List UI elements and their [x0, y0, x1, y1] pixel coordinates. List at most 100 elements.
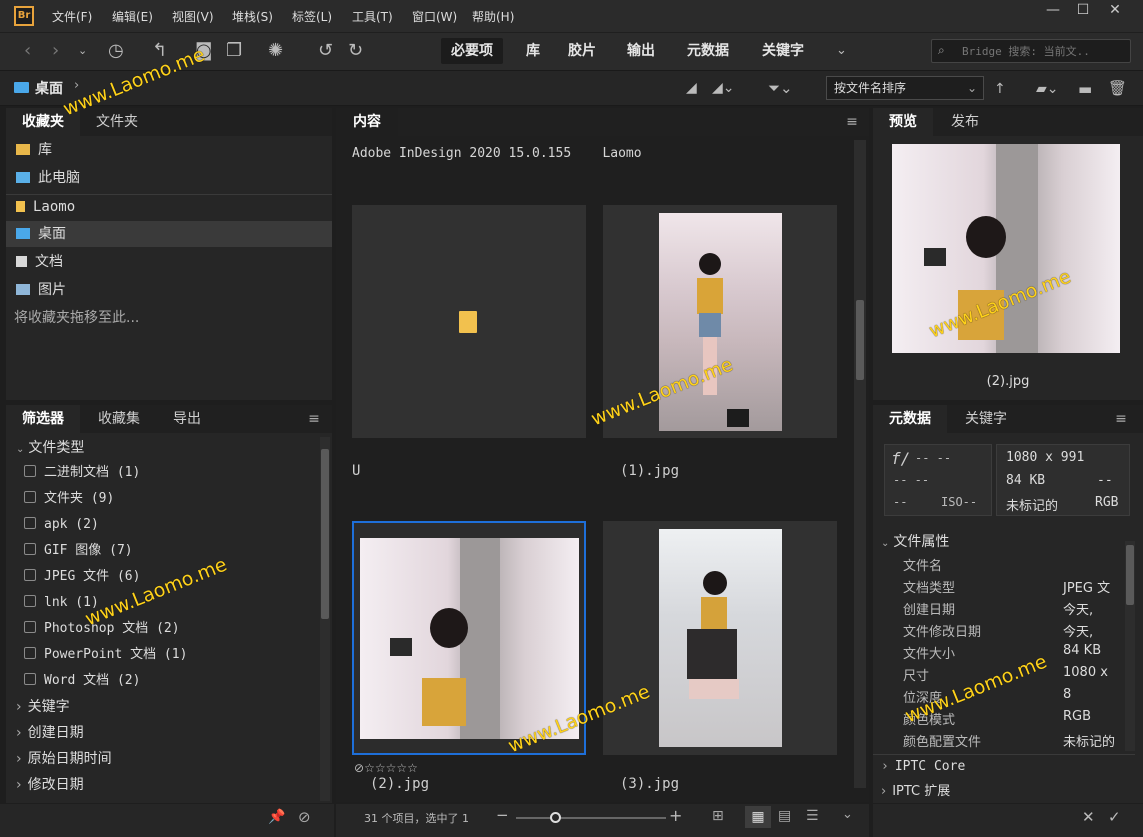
tab-publish[interactable]: 发布 [937, 108, 993, 136]
workspace-keywords[interactable]: 关键字 [752, 38, 814, 64]
tab-metadata[interactable]: 元数据 [873, 405, 947, 433]
checkbox[interactable] [24, 517, 36, 529]
filter-section-keywords[interactable]: › 关键字 [16, 694, 70, 720]
workspace-output[interactable]: 输出 [617, 38, 665, 64]
workspace-essentials[interactable]: 必要项 [441, 38, 503, 64]
thumbnail-folder-u[interactable] [352, 205, 586, 438]
checkbox[interactable] [24, 621, 36, 633]
forward-icon[interactable]: › [52, 41, 59, 61]
menu-file[interactable]: 文件(F) [52, 8, 92, 25]
refine-icon[interactable]: ❐ [226, 41, 242, 61]
sort-ascending-icon[interactable]: ↑ [994, 79, 1006, 99]
apply-icon[interactable]: ✓ [1108, 808, 1121, 826]
workspace-metadata[interactable]: 元数据 [677, 38, 739, 64]
new-folder-icon[interactable]: ▬ [1078, 79, 1092, 99]
back-icon[interactable]: ‹ [24, 41, 31, 61]
view-dropdown-icon[interactable]: ⌄ [842, 807, 853, 822]
tab-keywords[interactable]: 关键字 [951, 405, 1021, 433]
rating-row[interactable]: ⊘☆☆☆☆☆ [354, 761, 418, 775]
thumbnail-view-icon[interactable]: ▦ [745, 806, 771, 828]
content-scrollbar[interactable] [854, 140, 866, 788]
rotate-icon[interactable]: ✺ [268, 41, 283, 61]
search-input[interactable] [962, 42, 1126, 60]
favorite-laomo[interactable]: Laomo [16, 194, 75, 220]
rating-stars[interactable]: ☆☆☆☆☆ [364, 761, 418, 775]
tab-export[interactable]: 导出 [158, 405, 216, 433]
filter-section-created[interactable]: › 创建日期 [16, 720, 84, 746]
sort-dropdown[interactable]: 按文件名排序 ⌄ [826, 76, 984, 100]
list-view-icon[interactable]: ☰ [806, 808, 819, 824]
content-scrollbar-thumb[interactable] [856, 300, 864, 380]
rating-filter-icon[interactable]: ◢⌄ [712, 78, 735, 98]
filter-section-modified[interactable]: › 修改日期 [16, 772, 84, 798]
menu-label[interactable]: 标签(L) [292, 8, 332, 25]
panel-menu-icon[interactable]: ≡ [842, 108, 862, 136]
filter-section-original-date[interactable]: › 原始日期时间 [16, 746, 112, 772]
checkbox[interactable] [24, 543, 36, 555]
recent-folder-icon[interactable]: ▰⌄ [1036, 79, 1059, 99]
filter-option[interactable]: 二进制文档 (1) [24, 460, 140, 486]
section-file-properties[interactable]: ⌄ 文件属性 [881, 529, 949, 555]
zoom-slider[interactable] [516, 817, 666, 819]
pin-icon[interactable]: 📌 [268, 809, 285, 825]
breadcrumb-chevron-icon[interactable]: › [74, 78, 79, 93]
grid-lock-icon[interactable]: ⊞ [712, 808, 724, 824]
metadata-scrollbar-thumb[interactable] [1126, 545, 1134, 605]
checkbox[interactable] [24, 647, 36, 659]
breadcrumb-desktop[interactable]: 桌面 [35, 78, 63, 98]
favorite-this-pc[interactable]: 此电脑 [16, 165, 80, 191]
clear-filter-icon[interactable]: ⊘ [298, 808, 311, 826]
detail-view-icon[interactable]: ▤ [778, 808, 791, 824]
menu-view[interactable]: 视图(V) [172, 8, 214, 25]
favorite-desktop[interactable]: 桌面 [6, 221, 332, 247]
zoom-out-icon[interactable]: − [496, 806, 509, 824]
tab-content[interactable]: 内容 [336, 108, 398, 136]
menu-help[interactable]: 帮助(H) [472, 8, 514, 25]
history-dropdown-icon[interactable]: ⌄ [78, 41, 87, 61]
checkbox[interactable] [24, 569, 36, 581]
checkbox[interactable] [24, 491, 36, 503]
filter-option[interactable]: GIF 图像 (7) [24, 538, 133, 564]
tab-filter[interactable]: 筛选器 [6, 405, 80, 433]
filter-option[interactable]: 文件夹 (9) [24, 486, 114, 512]
checkbox[interactable] [24, 673, 36, 685]
filter-section-filetype[interactable]: ⌄ 文件类型 [16, 435, 84, 461]
filter-option[interactable]: PowerPoint 文档 (1) [24, 642, 187, 668]
close-button[interactable]: ✕ [1097, 0, 1133, 22]
tab-collections[interactable]: 收藏集 [84, 405, 154, 433]
favorite-documents[interactable]: 文档 [16, 249, 63, 275]
thumbnail-image-3[interactable] [603, 521, 837, 755]
rotate-right-icon[interactable]: ↻ [348, 41, 363, 61]
menu-stacks[interactable]: 堆栈(S) [232, 8, 273, 25]
workspace-filmstrip[interactable]: 胶片 [558, 38, 606, 64]
recent-icon[interactable]: ◷ [108, 41, 124, 61]
favorite-pictures[interactable]: 图片 [16, 277, 66, 303]
filter-option[interactable]: apk (2) [24, 512, 99, 538]
tab-preview[interactable]: 预览 [873, 108, 933, 136]
maximize-button[interactable]: ☐ [1065, 0, 1101, 22]
panel-menu-icon[interactable]: ≡ [1111, 405, 1131, 433]
section-iptc-core[interactable]: › IPTC Core [881, 754, 965, 780]
section-iptc-extension[interactable]: › IPTC 扩展 [881, 779, 950, 805]
cancel-icon[interactable]: ✕ [1082, 808, 1095, 826]
trash-icon[interactable]: 🗑 [1108, 78, 1127, 98]
workspace-more-icon[interactable]: ⌄ [836, 41, 847, 61]
filter-icon[interactable]: ⏷⌄ [768, 78, 793, 98]
filter-option[interactable]: Word 文档 (2) [24, 668, 140, 694]
menu-edit[interactable]: 编辑(E) [112, 8, 153, 25]
checkbox[interactable] [24, 465, 36, 477]
favorite-library[interactable]: 库 [16, 137, 52, 163]
workspace-libraries[interactable]: 库 [516, 38, 550, 64]
tab-folders[interactable]: 文件夹 [80, 108, 154, 136]
filter-scrollbar-thumb[interactable] [321, 449, 329, 619]
checkbox[interactable] [24, 595, 36, 607]
panel-menu-icon[interactable]: ≡ [304, 405, 324, 433]
zoom-slider-handle[interactable] [550, 812, 561, 823]
menu-window[interactable]: 窗口(W) [412, 8, 457, 25]
filter-option[interactable]: JPEG 文件 (6) [24, 564, 140, 590]
menu-tools[interactable]: 工具(T) [352, 8, 393, 25]
search-box[interactable]: ⌕ [931, 39, 1131, 63]
reject-icon[interactable]: ⊘ [354, 761, 364, 775]
quality-icon[interactable]: ◢ [686, 78, 697, 98]
zoom-in-icon[interactable]: + [669, 806, 682, 825]
